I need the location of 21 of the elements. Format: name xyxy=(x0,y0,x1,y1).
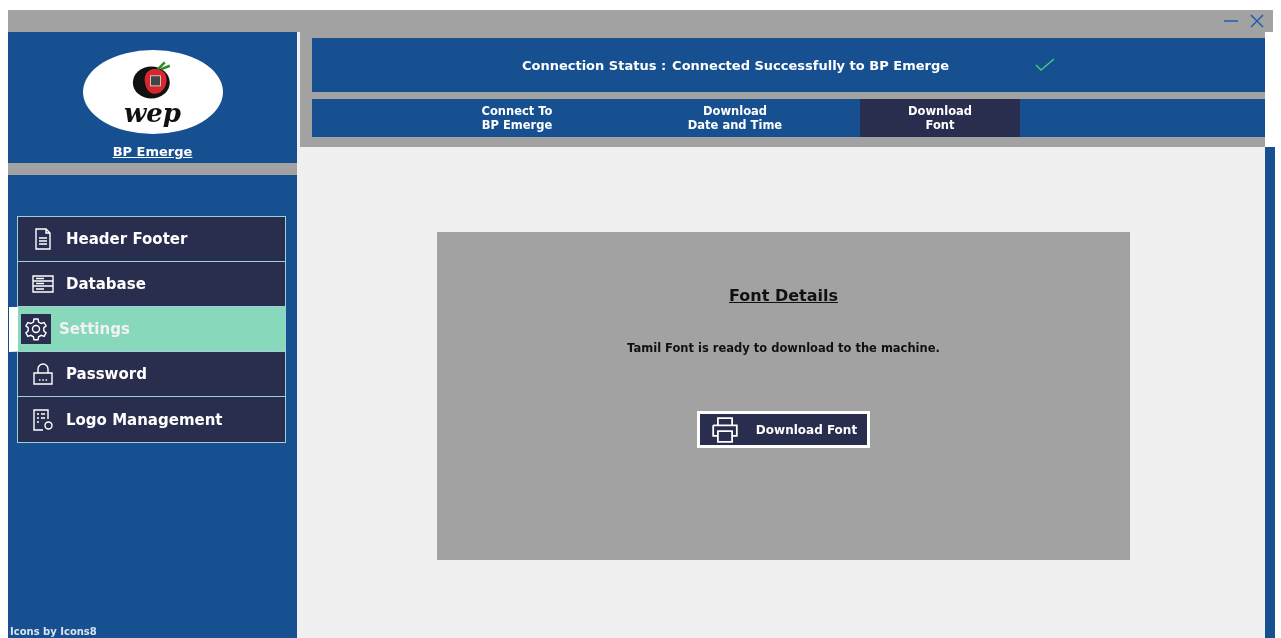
settings-icon xyxy=(24,317,48,341)
panel-title: Font Details xyxy=(729,286,838,305)
status-value: Connected Successfully to BP Emerge xyxy=(672,57,950,73)
tab[interactable]: Connect To BP Emerge xyxy=(432,99,602,137)
server-icon xyxy=(31,272,55,296)
status-label: Connection Status : xyxy=(521,57,667,73)
panel-message: Tamil Font is ready to download to the machine. xyxy=(627,341,940,355)
credits-text: Icons by Icons8 xyxy=(9,626,98,638)
tab[interactable]: Download Font xyxy=(860,99,1020,137)
sidebar-item[interactable]: Password xyxy=(18,352,285,397)
logo-text: wep xyxy=(123,101,182,125)
app-name-link[interactable]: BP Emerge xyxy=(112,144,193,159)
sidebar-item[interactable]: Logo Management xyxy=(18,397,285,442)
printer-icon xyxy=(709,416,740,443)
sidebar-item[interactable]: Header Footer xyxy=(18,217,285,262)
lock-icon xyxy=(31,362,55,386)
close-icon[interactable] xyxy=(1249,13,1265,29)
list-gear-icon xyxy=(31,407,55,432)
download-font-button[interactable]: Download Font xyxy=(696,411,871,448)
sidebar-item[interactable]: Database xyxy=(18,262,285,307)
tab[interactable]: Download Date and Time xyxy=(650,99,820,137)
